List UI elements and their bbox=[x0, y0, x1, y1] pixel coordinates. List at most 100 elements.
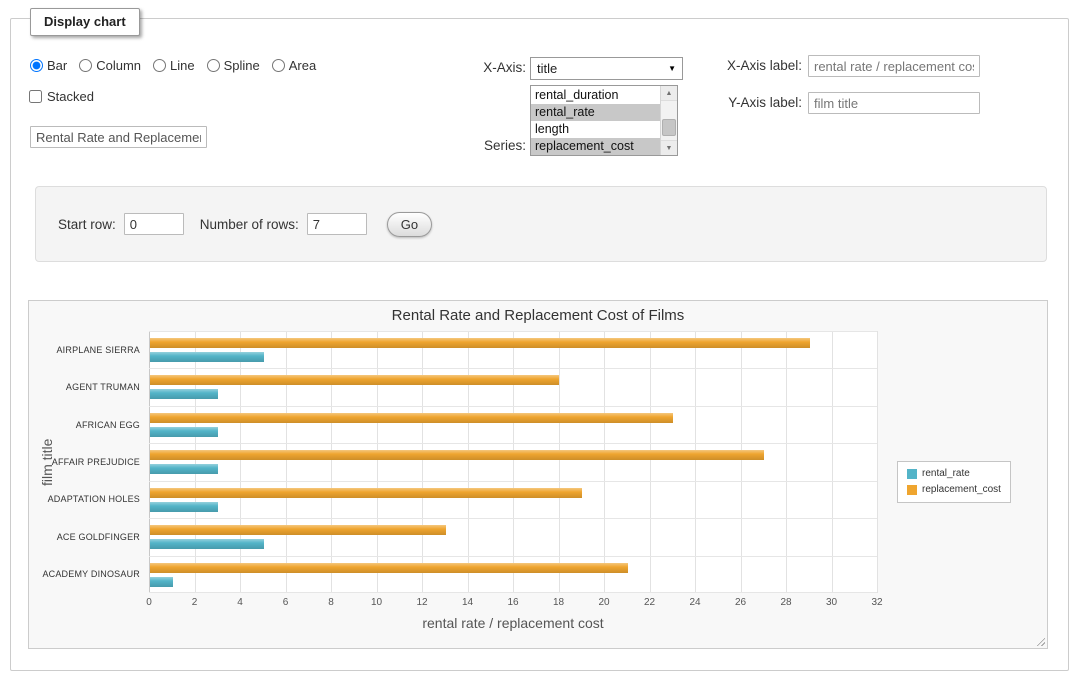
chart-type-option-label: Line bbox=[170, 58, 195, 73]
start-row-label: Start row: bbox=[58, 217, 116, 232]
num-rows-label: Number of rows: bbox=[200, 217, 299, 232]
bar-replacement_cost[interactable] bbox=[150, 525, 446, 535]
series-listbox[interactable]: rental_durationrental_ratelengthreplacem… bbox=[530, 85, 678, 156]
plot-area bbox=[149, 331, 877, 593]
bar-replacement_cost[interactable] bbox=[150, 450, 764, 460]
x-tick-label: 6 bbox=[283, 597, 289, 608]
chart-type-option-column[interactable]: Column bbox=[79, 58, 141, 73]
x-tick-label: 22 bbox=[644, 597, 655, 608]
bar-replacement_cost[interactable] bbox=[150, 563, 628, 573]
y-axis-label-caption: Y-Axis label: bbox=[698, 92, 802, 114]
stacked-label: Stacked bbox=[47, 89, 94, 104]
bar-group bbox=[149, 518, 877, 555]
chart-title: Rental Rate and Replacement Cost of Film… bbox=[29, 307, 1047, 324]
v-gridline bbox=[877, 331, 878, 593]
x-axis-caption: X-Axis: bbox=[440, 57, 526, 79]
chart-type-radio-column[interactable] bbox=[79, 59, 92, 72]
x-tick-label: 26 bbox=[735, 597, 746, 608]
bar-rental_rate[interactable] bbox=[150, 577, 173, 587]
bar-rental_rate[interactable] bbox=[150, 464, 218, 474]
chart-type-radio-line[interactable] bbox=[153, 59, 166, 72]
bar-group bbox=[149, 406, 877, 443]
page: Display chart Bar Column Line Spline Area St… bbox=[0, 0, 1081, 681]
legend-swatch bbox=[907, 469, 917, 479]
series-option-replacement_cost[interactable]: replacement_cost bbox=[531, 138, 660, 155]
legend-item-replacement_cost[interactable]: replacement_cost bbox=[907, 484, 1001, 495]
x-tick-label: 8 bbox=[328, 597, 334, 608]
chart-type-option-bar[interactable]: Bar bbox=[30, 58, 67, 73]
series-option-rental_rate[interactable]: rental_rate bbox=[531, 104, 660, 121]
chart-type-option-label: Area bbox=[289, 58, 316, 73]
x-tick-label: 0 bbox=[146, 597, 152, 608]
series-option-length[interactable]: length bbox=[531, 121, 660, 138]
x-tick-label: 16 bbox=[507, 597, 518, 608]
series-caption: Series: bbox=[440, 137, 526, 154]
chart-type-radio-spline[interactable] bbox=[207, 59, 220, 72]
stacked-row: Stacked bbox=[29, 89, 94, 104]
chart-type-option-label: Column bbox=[96, 58, 141, 73]
rows-panel: Start row: Number of rows: Go bbox=[35, 186, 1047, 262]
x-axis-ticks: 02468101214161820222426283032 bbox=[149, 597, 877, 611]
scroll-down-icon[interactable]: ▼ bbox=[661, 140, 677, 155]
bar-replacement_cost[interactable] bbox=[150, 375, 559, 385]
x-tick-label: 4 bbox=[237, 597, 243, 608]
legend-item-rental_rate[interactable]: rental_rate bbox=[907, 468, 1001, 479]
legend-swatch bbox=[907, 485, 917, 495]
x-tick-label: 18 bbox=[553, 597, 564, 608]
x-tick-label: 12 bbox=[416, 597, 427, 608]
scroll-up-icon[interactable]: ▲ bbox=[661, 86, 677, 101]
bar-rental_rate[interactable] bbox=[150, 389, 218, 399]
bar-rental_rate[interactable] bbox=[150, 352, 264, 362]
chart-type-option-label: Spline bbox=[224, 58, 260, 73]
scrollbar-thumb[interactable] bbox=[662, 119, 676, 136]
category-label: AFRICAN EGG bbox=[51, 406, 145, 443]
series-options: rental_durationrental_ratelengthreplacem… bbox=[531, 87, 660, 155]
bar-rental_rate[interactable] bbox=[150, 427, 218, 437]
x-tick-label: 24 bbox=[689, 597, 700, 608]
category-label: AGENT TRUMAN bbox=[51, 368, 145, 405]
bar-group bbox=[149, 331, 877, 368]
bar-rental_rate[interactable] bbox=[150, 539, 264, 549]
x-axis-selected-value: title bbox=[537, 61, 557, 76]
bar-group bbox=[149, 556, 877, 593]
num-rows-input[interactable] bbox=[307, 213, 367, 235]
bar-replacement_cost[interactable] bbox=[150, 488, 582, 498]
chart-type-option-spline[interactable]: Spline bbox=[207, 58, 260, 73]
bar-group bbox=[149, 443, 877, 480]
x-axis-label-input[interactable] bbox=[808, 55, 980, 77]
category-label: ADAPTATION HOLES bbox=[51, 481, 145, 518]
category-label: AIRPLANE SIERRA bbox=[51, 331, 145, 368]
chart-legend: rental_rate replacement_cost bbox=[897, 461, 1011, 503]
category-label: ACE GOLDFINGER bbox=[51, 518, 145, 555]
bar-group bbox=[149, 481, 877, 518]
bar-group bbox=[149, 368, 877, 405]
series-option-rental_duration[interactable]: rental_duration bbox=[531, 87, 660, 104]
chart-type-option-line[interactable]: Line bbox=[153, 58, 195, 73]
chart-title-input[interactable] bbox=[30, 126, 207, 148]
category-label: AFFAIR PREJUDICE bbox=[51, 443, 145, 480]
x-tick-label: 32 bbox=[871, 597, 882, 608]
chart-panel: Rental Rate and Replacement Cost of Film… bbox=[28, 300, 1048, 649]
x-axis-title: rental rate / replacement cost bbox=[149, 615, 877, 631]
legend-label: replacement_cost bbox=[922, 484, 1001, 495]
x-axis-select[interactable]: title ▼ bbox=[530, 57, 683, 80]
chart-type-radio-area[interactable] bbox=[272, 59, 285, 72]
bar-rental_rate[interactable] bbox=[150, 502, 218, 512]
chart-type-option-area[interactable]: Area bbox=[272, 58, 316, 73]
bar-replacement_cost[interactable] bbox=[150, 338, 810, 348]
bar-replacement_cost[interactable] bbox=[150, 413, 673, 423]
x-tick-label: 10 bbox=[371, 597, 382, 608]
resize-handle-icon[interactable] bbox=[1034, 635, 1045, 646]
chart-type-radio-bar[interactable] bbox=[30, 59, 43, 72]
x-tick-label: 20 bbox=[598, 597, 609, 608]
fieldset-legend: Display chart bbox=[30, 8, 140, 36]
category-labels: AIRPLANE SIERRAAGENT TRUMANAFRICAN EGGAF… bbox=[51, 331, 145, 593]
series-scrollbar[interactable]: ▲ ▼ bbox=[660, 86, 677, 155]
chart-type-radio-group: Bar Column Line Spline Area bbox=[30, 56, 316, 74]
start-row-input[interactable] bbox=[124, 213, 184, 235]
category-label: ACADEMY DINOSAUR bbox=[51, 556, 145, 593]
y-axis-label-input[interactable] bbox=[808, 92, 980, 114]
stacked-checkbox[interactable] bbox=[29, 90, 42, 103]
x-tick-label: 28 bbox=[780, 597, 791, 608]
go-button[interactable]: Go bbox=[387, 212, 432, 237]
